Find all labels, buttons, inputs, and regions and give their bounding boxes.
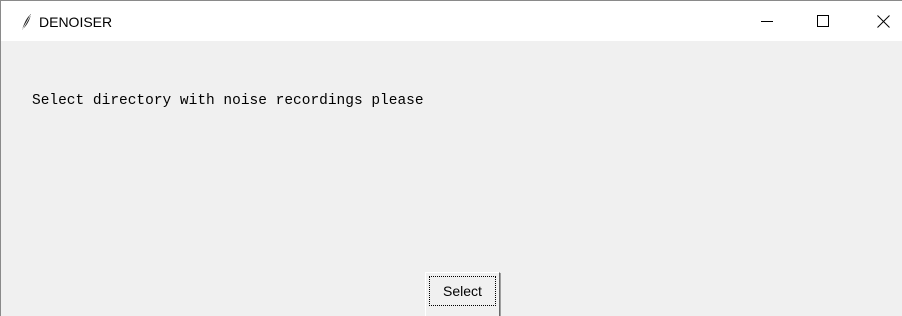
minimize-button[interactable] — [737, 1, 797, 41]
select-button-label: Select — [443, 283, 482, 299]
minimize-icon — [761, 15, 773, 27]
title-bar[interactable]: DENOISER — [1, 1, 902, 41]
instruction-label: Select directory with noise recordings p… — [32, 93, 424, 109]
maximize-icon — [817, 15, 829, 27]
select-button[interactable]: Select — [425, 272, 500, 316]
feather-icon — [17, 12, 37, 32]
maximize-button[interactable] — [793, 1, 853, 41]
close-button[interactable] — [853, 1, 902, 41]
window-content: Select directory with noise recordings p… — [1, 41, 902, 316]
focus-ring: Select — [429, 276, 496, 306]
app-window: DENOISER Select directory with noise rec… — [0, 0, 902, 316]
window-title: DENOISER — [39, 14, 113, 30]
close-icon — [876, 14, 890, 28]
